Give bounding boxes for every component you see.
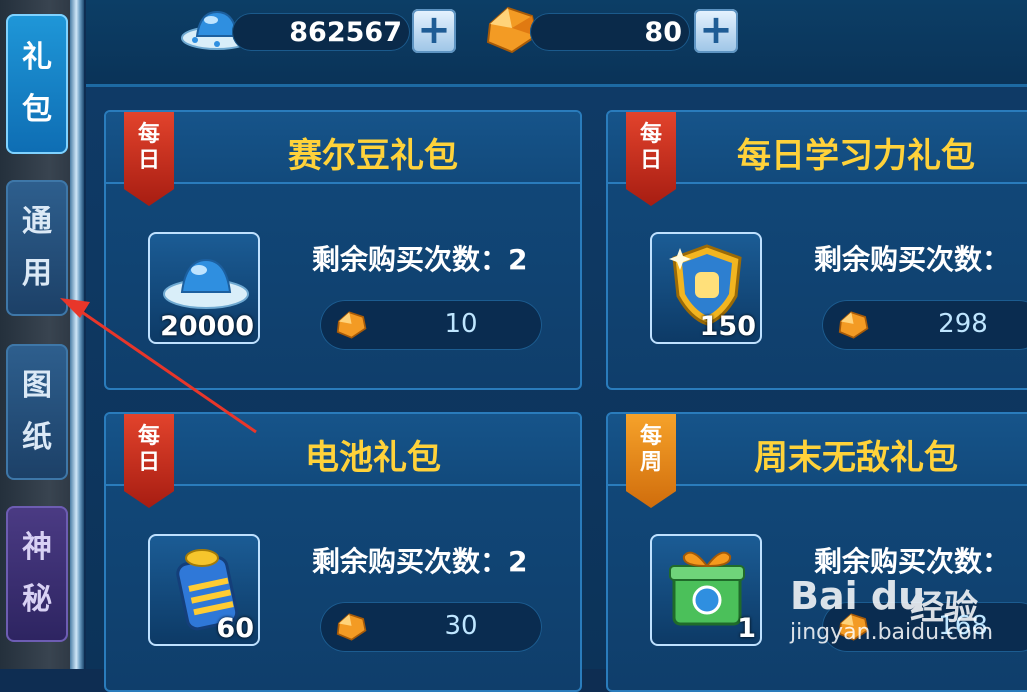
tab-mystery-label-top: 神 xyxy=(22,530,52,565)
gift-card-weekend: 每 周 周末无敌礼包 1 剩余购买次数： 168 xyxy=(606,412,1027,692)
item-quantity: 1 xyxy=(737,613,756,644)
remaining-purchases: 剩余购买次数： xyxy=(814,545,1011,578)
badge-line-2: 日 xyxy=(137,450,160,475)
sidebar-edge xyxy=(70,0,84,669)
daily-badge: 每 日 xyxy=(124,112,174,206)
add-gems-button[interactable]: + xyxy=(694,9,738,53)
badge-line-1: 每 xyxy=(639,424,662,449)
buy-button[interactable]: 10 xyxy=(320,300,542,350)
tab-mystery-label-bottom: 秘 xyxy=(22,582,52,617)
badge-line-1: 每 xyxy=(137,424,160,449)
item-slot[interactable]: 60 xyxy=(148,534,260,646)
add-beans-button[interactable]: + xyxy=(412,9,456,53)
buy-button[interactable]: 298 xyxy=(822,300,1027,350)
buy-button[interactable]: 168 xyxy=(822,602,1027,652)
price-value: 298 xyxy=(938,309,988,339)
item-slot[interactable]: 150 xyxy=(650,232,762,344)
item-slot[interactable]: 1 xyxy=(650,534,762,646)
tab-general[interactable]: 通 用 xyxy=(6,180,68,316)
card-title: 每日学习力礼包 xyxy=(737,136,975,176)
card-title: 电池礼包 xyxy=(305,438,441,478)
gift-card-seer-beans: 每 日 赛尔豆礼包 20000 剩余购买次数：2 10 xyxy=(104,110,582,390)
orange-gem-icon xyxy=(838,613,869,641)
item-quantity: 150 xyxy=(699,311,756,342)
item-slot[interactable]: 20000 xyxy=(148,232,260,344)
tab-gift[interactable]: 礼 包 xyxy=(6,14,68,154)
gift-card-battery: 每 日 电池礼包 60 剩余购买次数：2 30 xyxy=(104,412,582,692)
orange-gem-icon xyxy=(336,311,367,339)
tab-blueprint[interactable]: 图 纸 xyxy=(6,344,68,480)
gift-card-study-power: 每 日 每日学习力礼包 150 剩余购买次数： 298 xyxy=(606,110,1027,390)
remaining-purchases: 剩余购买次数：2 xyxy=(312,545,528,578)
tab-gift-label-top: 礼 xyxy=(22,40,52,75)
beans-value: 862567 xyxy=(232,13,410,51)
remaining-purchases: 剩余购买次数： xyxy=(814,243,1011,276)
tab-mystery[interactable]: 神 秘 xyxy=(6,506,68,642)
buy-button[interactable]: 30 xyxy=(320,602,542,652)
tab-gift-label-bottom: 包 xyxy=(22,92,52,127)
badge-line-2: 日 xyxy=(137,148,160,173)
orange-gem-icon xyxy=(336,613,367,641)
item-quantity: 60 xyxy=(216,613,254,644)
price-value: 168 xyxy=(938,611,988,641)
remaining-purchases: 剩余购买次数：2 xyxy=(312,243,528,276)
tab-general-label-bottom: 用 xyxy=(22,256,52,291)
card-title: 赛尔豆礼包 xyxy=(288,136,458,176)
badge-line-1: 每 xyxy=(137,122,160,147)
item-quantity: 20000 xyxy=(160,311,254,342)
gems-value: 80 xyxy=(530,13,690,51)
badge-line-2: 日 xyxy=(639,148,662,173)
badge-line-1: 每 xyxy=(639,122,662,147)
tab-blueprint-label-top: 图 xyxy=(22,368,52,403)
price-value: 10 xyxy=(444,309,478,339)
daily-badge: 每 日 xyxy=(124,414,174,508)
price-value: 30 xyxy=(444,611,478,641)
card-title: 周末无敌礼包 xyxy=(754,438,958,478)
tab-blueprint-label-bottom: 纸 xyxy=(22,420,52,455)
tab-general-label-top: 通 xyxy=(22,204,52,239)
orange-gem-icon xyxy=(838,311,869,339)
badge-line-2: 周 xyxy=(639,450,662,475)
